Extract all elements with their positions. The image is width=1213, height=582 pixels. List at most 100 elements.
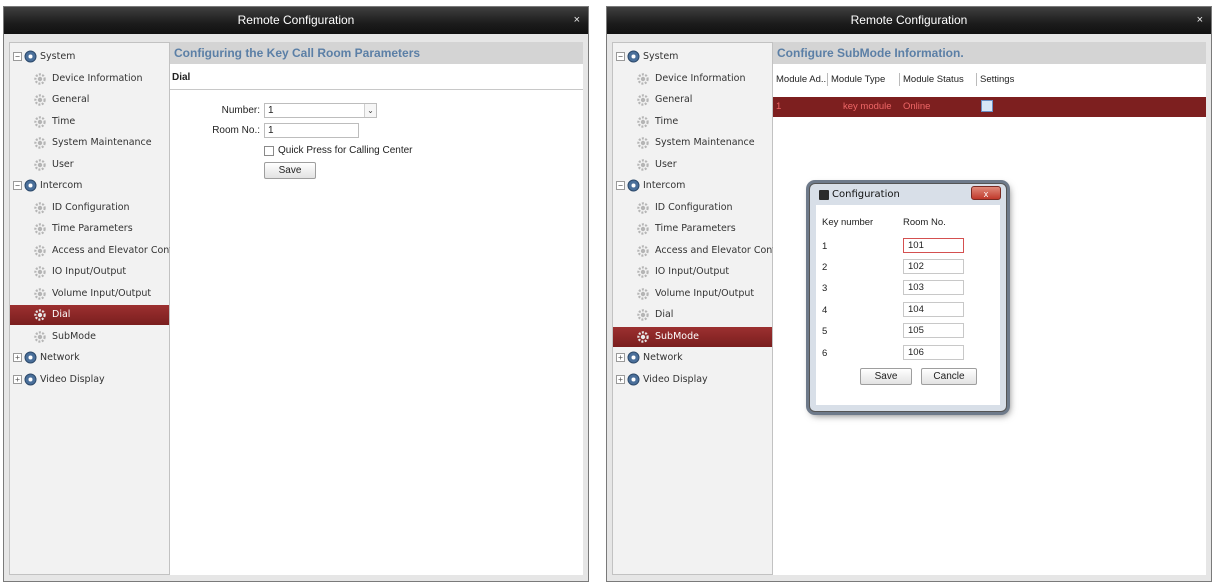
room-no-input[interactable]: 104 <box>903 302 964 317</box>
tree-item-submode[interactable]: SubMode <box>10 327 169 347</box>
expand-icon[interactable]: + <box>13 353 22 362</box>
tree-item-time-parameters[interactable]: Time Parameters <box>10 219 169 239</box>
room-no-input[interactable]: 105 <box>903 323 964 338</box>
tree-item-intercom[interactable]: − Intercom <box>10 176 169 196</box>
tree-item-general[interactable]: General <box>10 90 169 110</box>
tree-item-label: Access and Elevator Control <box>655 244 789 256</box>
remote-config-window-left: Remote Configuration × − System Device Inf… <box>3 6 589 582</box>
tree-item-access-and-elevator-control[interactable]: Access and Elevator Control <box>613 241 788 261</box>
close-icon[interactable]: × <box>1197 7 1203 34</box>
quick-press-checkbox[interactable] <box>264 146 274 156</box>
room-no-input[interactable]: 103 <box>903 280 964 295</box>
tree-item-label: User <box>655 158 677 170</box>
title-bar: Remote Configuration × <box>4 7 588 34</box>
room-no-header: Room No. <box>903 217 946 228</box>
tree-item-intercom[interactable]: − Intercom <box>613 176 772 196</box>
collapse-icon[interactable]: − <box>616 52 625 61</box>
tree-item-general[interactable]: General <box>613 90 772 110</box>
tree-item-time[interactable]: Time <box>613 112 772 132</box>
room-no-input[interactable]: 1 <box>264 123 359 138</box>
table-row[interactable]: 1 key module Online <box>773 97 1206 117</box>
settings-group-icon <box>627 373 640 385</box>
window-title: Remote Configuration <box>850 13 968 27</box>
tree-item-label: Intercom <box>40 180 83 191</box>
tree-item-label: Time <box>655 115 679 127</box>
expand-icon[interactable]: + <box>616 353 625 362</box>
tree-item-video-display[interactable]: + Video Display <box>10 370 169 390</box>
tree-item-network[interactable]: + Network <box>613 348 772 368</box>
save-button[interactable]: Save <box>860 368 912 385</box>
key-number: 2 <box>822 262 828 273</box>
key-number: 4 <box>822 305 828 316</box>
tree-item-dial[interactable]: Dial <box>10 305 169 325</box>
column-header-settings[interactable]: Settings <box>980 72 1014 88</box>
tree-item-user[interactable]: User <box>10 155 169 175</box>
tree-item-label: Dial <box>655 309 674 320</box>
tree-item-io-input-output[interactable]: IO Input/Output <box>613 262 772 282</box>
gear-icon <box>637 330 649 343</box>
settings-group-icon <box>627 179 640 192</box>
tree-item-submode[interactable]: SubMode <box>613 326 772 347</box>
collapse-icon[interactable]: − <box>13 52 22 61</box>
tree-item-system-maintenance[interactable]: System Maintenance <box>613 133 772 153</box>
chevron-down-icon[interactable]: ⌄ <box>364 104 376 117</box>
gear-icon <box>34 72 46 85</box>
tree-item-user[interactable]: User <box>613 155 772 175</box>
tree-item-volume-input-output[interactable]: Volume Input/Output <box>10 284 169 304</box>
number-value: 1 <box>268 105 274 116</box>
tree-item-label: Video Display <box>40 373 105 385</box>
tree-item-system-maintenance[interactable]: System Maintenance <box>10 133 169 153</box>
collapse-icon[interactable]: − <box>616 181 625 190</box>
column-header-type[interactable]: Module Type <box>831 72 885 88</box>
cancel-button[interactable]: Cancle <box>921 368 977 385</box>
dialog-close-button[interactable]: x <box>971 186 1001 200</box>
settings-group-icon <box>24 373 37 385</box>
tree-item-label: Device Information <box>52 72 143 84</box>
tree-item-network[interactable]: + Network <box>10 348 169 368</box>
tree-item-time-parameters[interactable]: Time Parameters <box>613 219 772 239</box>
gear-icon <box>637 244 649 257</box>
tree-item-label: Intercom <box>643 180 686 191</box>
room-no-input[interactable]: 102 <box>903 259 964 274</box>
gear-icon <box>34 201 46 214</box>
tree-item-video-display[interactable]: + Video Display <box>613 370 772 390</box>
tree-item-system[interactable]: − System <box>613 47 772 67</box>
tree-item-label: System Maintenance <box>52 137 152 148</box>
section-subtitle: Dial <box>172 72 191 83</box>
number-select[interactable]: 1 ⌄ <box>264 103 377 118</box>
tree-item-label: SubMode <box>655 330 699 342</box>
tree-item-id-configuration[interactable]: ID Configuration <box>613 198 772 218</box>
tree-item-io-input-output[interactable]: IO Input/Output <box>10 262 169 282</box>
gear-icon <box>637 158 649 171</box>
edit-icon[interactable] <box>981 100 993 112</box>
tree-item-label: Access and Elevator Control <box>52 244 186 256</box>
number-label: Number: <box>221 105 260 116</box>
gear-icon <box>34 287 46 300</box>
tree-item-device-information[interactable]: Device Information <box>10 69 169 89</box>
room-no-input[interactable]: 106 <box>903 345 964 360</box>
tree-item-label: Network <box>643 352 683 363</box>
expand-icon[interactable]: + <box>13 374 22 384</box>
tree-item-volume-input-output[interactable]: Volume Input/Output <box>613 284 772 304</box>
close-icon[interactable]: × <box>574 7 580 34</box>
collapse-icon[interactable]: − <box>13 181 22 190</box>
tree-item-system[interactable]: − System <box>10 47 169 67</box>
room-no-input[interactable]: 101 <box>903 238 964 253</box>
tree-item-label: Device Information <box>655 72 746 84</box>
tree-item-access-and-elevator-control[interactable]: Access and Elevator Control <box>10 241 185 261</box>
tree-item-dial[interactable]: Dial <box>613 305 772 325</box>
tree-item-label: Volume Input/Output <box>655 287 755 299</box>
tree-item-time[interactable]: Time <box>10 112 169 132</box>
remote-config-window-right: Remote Configuration × − System Device Inf… <box>606 6 1212 582</box>
column-header-status[interactable]: Module Status <box>903 72 964 88</box>
gear-icon <box>637 223 649 235</box>
gear-icon <box>34 94 46 106</box>
column-header-address[interactable]: Module Ad... <box>776 72 829 88</box>
save-button[interactable]: Save <box>264 162 316 179</box>
settings-group-icon <box>627 351 640 364</box>
tree-item-id-configuration[interactable]: ID Configuration <box>10 198 169 218</box>
expand-icon[interactable]: + <box>616 374 625 384</box>
tree-item-label: Time Parameters <box>52 223 133 234</box>
tree-item-device-information[interactable]: Device Information <box>613 69 772 89</box>
tree-item-label: System <box>40 51 76 62</box>
